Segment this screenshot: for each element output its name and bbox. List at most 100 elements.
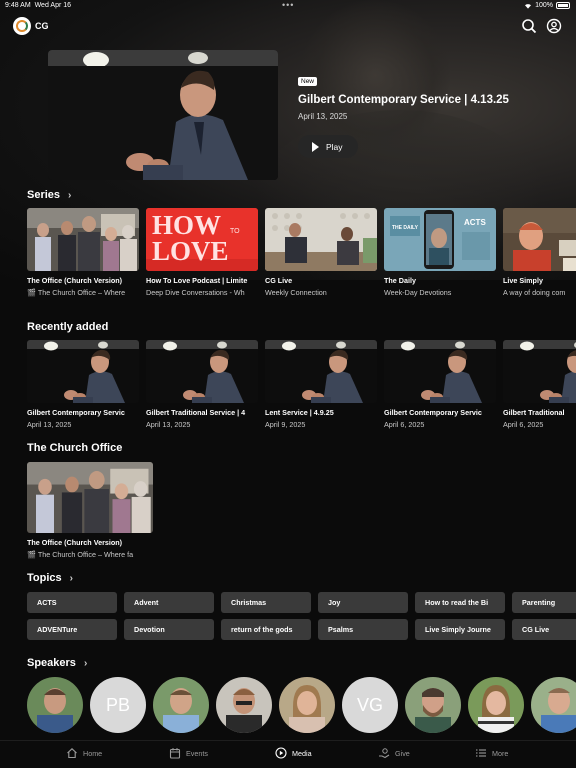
series-card[interactable]: HOW TO LOVE How To Love Podcast | Limite… — [146, 208, 258, 297]
topic-chip[interactable]: ADVENTure — [27, 619, 117, 640]
topic-chip[interactable]: Devotion — [124, 619, 214, 640]
tab-label: Home — [83, 748, 103, 758]
card-subtitle: Week-Day Devotions — [384, 288, 452, 297]
series-title: Series — [27, 189, 61, 201]
series-thumbnail: HOW TO LOVE — [146, 208, 258, 271]
speakers-title: Speakers — [27, 657, 76, 669]
topic-chip[interactable]: Advent — [124, 592, 214, 613]
card-subtitle: 🎬 The Church Office – Where — [27, 288, 126, 297]
card-date: April 6, 2025 — [503, 420, 544, 429]
topic-chip[interactable]: How to read the Bi — [415, 592, 505, 613]
series-card[interactable]: THE DAILY ACTS The Daily Week-Day Devoti… — [384, 208, 496, 297]
speaker-avatar[interactable] — [531, 677, 576, 733]
church-office-header: The Church Office — [27, 442, 122, 454]
card-subtitle: A way of doing com — [503, 288, 566, 297]
topics-grid: ACTS Advent Christmas Joy How to read the Bi… — [27, 592, 576, 640]
topic-chip[interactable]: ACTS — [27, 592, 117, 613]
topic-chip[interactable]: Live Simply Journe — [415, 619, 505, 640]
topic-chip[interactable]: Psalms — [318, 619, 408, 640]
speaker-initials: PB — [105, 694, 130, 715]
art-daily: THE DAILY — [392, 225, 419, 231]
recent-card[interactable]: Gilbert Traditional Service | 4 April 13,… — [146, 340, 258, 429]
calendar-icon — [169, 748, 181, 759]
recent-card[interactable]: Gilbert Contemporary Servic April 6, 2025 — [384, 340, 496, 429]
recent-card[interactable]: Gilbert Contemporary Servic April 13, 202… — [27, 340, 139, 429]
card-title: Gilbert Traditional Service | 4 — [146, 408, 246, 417]
tab-bar: Home Events Media Give More — [0, 740, 576, 768]
topic-chip[interactable]: CG Live — [512, 619, 576, 640]
art-to: TO — [230, 228, 240, 235]
series-thumbnail: THE DAILY ACTS — [384, 208, 496, 271]
featured-video-thumbnail[interactable] — [48, 50, 278, 180]
speaker-avatar[interactable] — [468, 677, 524, 733]
speaker-avatar[interactable]: PB — [90, 677, 146, 733]
video-thumbnail — [146, 340, 258, 403]
speaker-avatar[interactable] — [279, 677, 335, 733]
card-title: How To Love Podcast | Limite — [146, 276, 248, 285]
wifi-icon — [525, 3, 532, 9]
speakers-header[interactable]: Speakers › — [27, 657, 87, 669]
series-thumbnail — [27, 208, 139, 271]
tab-label: More — [492, 748, 509, 758]
speakers-row: PB VG — [27, 677, 576, 733]
topics-title: Topics — [27, 572, 62, 584]
card-title: Gilbert Contemporary Servic — [384, 408, 482, 417]
card-date: April 6, 2025 — [384, 420, 425, 429]
card-title: The Office (Church Version) — [27, 538, 123, 547]
play-icon — [312, 141, 319, 152]
recently-added-row: Gilbert Contemporary Servic April 13, 202… — [27, 340, 576, 429]
speaker-avatar[interactable] — [216, 677, 272, 733]
series-thumbnail — [503, 208, 576, 271]
battery-icon — [556, 2, 570, 9]
speaker-avatar[interactable] — [27, 677, 83, 733]
church-office-row: The Office (Church Version) 🎬 The Church… — [27, 462, 153, 559]
card-title: Lent Service | 4.9.25 — [265, 408, 334, 417]
card-subtitle: 🎬 The Church Office – Where fa — [27, 550, 134, 559]
topics-header[interactable]: Topics › — [27, 572, 73, 584]
series-card[interactable]: CG Live Weekly Connection — [265, 208, 377, 297]
card-date: April 13, 2025 — [146, 420, 191, 429]
account-icon[interactable] — [546, 18, 562, 34]
tab-give[interactable]: Give — [378, 747, 410, 759]
video-thumbnail — [265, 340, 377, 403]
multitask-dots-icon[interactable]: ••• — [282, 0, 294, 10]
media-screen: 9:48 AM Wed Apr 16 ••• 100% CG New Gilbe… — [0, 0, 576, 768]
series-header[interactable]: Series › — [27, 189, 71, 201]
tab-home[interactable]: Home — [66, 747, 102, 759]
topic-chip[interactable]: Parenting — [512, 592, 576, 613]
recent-card[interactable]: Lent Service | 4.9.25 April 9, 2025 — [265, 340, 377, 429]
topic-chip[interactable]: return of the gods — [221, 619, 311, 640]
featured-date: April 13, 2025 — [298, 112, 348, 121]
speaker-avatar[interactable] — [153, 677, 209, 733]
speaker-avatar[interactable] — [405, 677, 461, 733]
card-subtitle: Weekly Connection — [265, 288, 327, 297]
search-icon[interactable] — [521, 18, 537, 34]
tab-label: Give — [395, 748, 410, 758]
topic-chip[interactable]: Joy — [318, 592, 408, 613]
tab-media[interactable]: Media — [275, 747, 312, 759]
church-logo-icon[interactable] — [13, 17, 31, 35]
series-card[interactable]: The Office (Church Version) 🎬 The Church… — [27, 208, 139, 297]
chevron-right-icon: › — [68, 190, 72, 201]
card-date: April 13, 2025 — [27, 420, 72, 429]
status-bar: 9:48 AM Wed Apr 16 ••• 100% — [0, 0, 576, 12]
series-card[interactable]: Live Simply A way of doing com — [503, 208, 576, 297]
speaker-avatar[interactable]: VG — [342, 677, 398, 733]
tab-events[interactable]: Events — [169, 747, 208, 759]
give-icon — [379, 748, 390, 759]
home-icon — [67, 748, 77, 759]
church-office-title: The Church Office — [27, 442, 123, 454]
tab-label: Events — [186, 748, 208, 758]
topic-chip[interactable]: Christmas — [221, 592, 311, 613]
series-row: The Office (Church Version) 🎬 The Church… — [27, 208, 576, 297]
card-date: April 9, 2025 — [265, 420, 306, 429]
card-title: Gilbert Contemporary Servic — [27, 408, 125, 417]
battery-percent: 100% — [535, 2, 553, 9]
play-button[interactable]: Play — [298, 135, 358, 158]
card-title: Live Simply — [503, 276, 543, 285]
tab-more[interactable]: More — [475, 747, 508, 759]
office-card[interactable]: The Office (Church Version) 🎬 The Church… — [27, 462, 153, 559]
recent-card[interactable]: Gilbert Traditional April 6, 2025 — [503, 340, 576, 429]
featured-title[interactable]: Gilbert Contemporary Service | 4.13.25 — [298, 94, 509, 106]
video-thumbnail — [384, 340, 496, 403]
